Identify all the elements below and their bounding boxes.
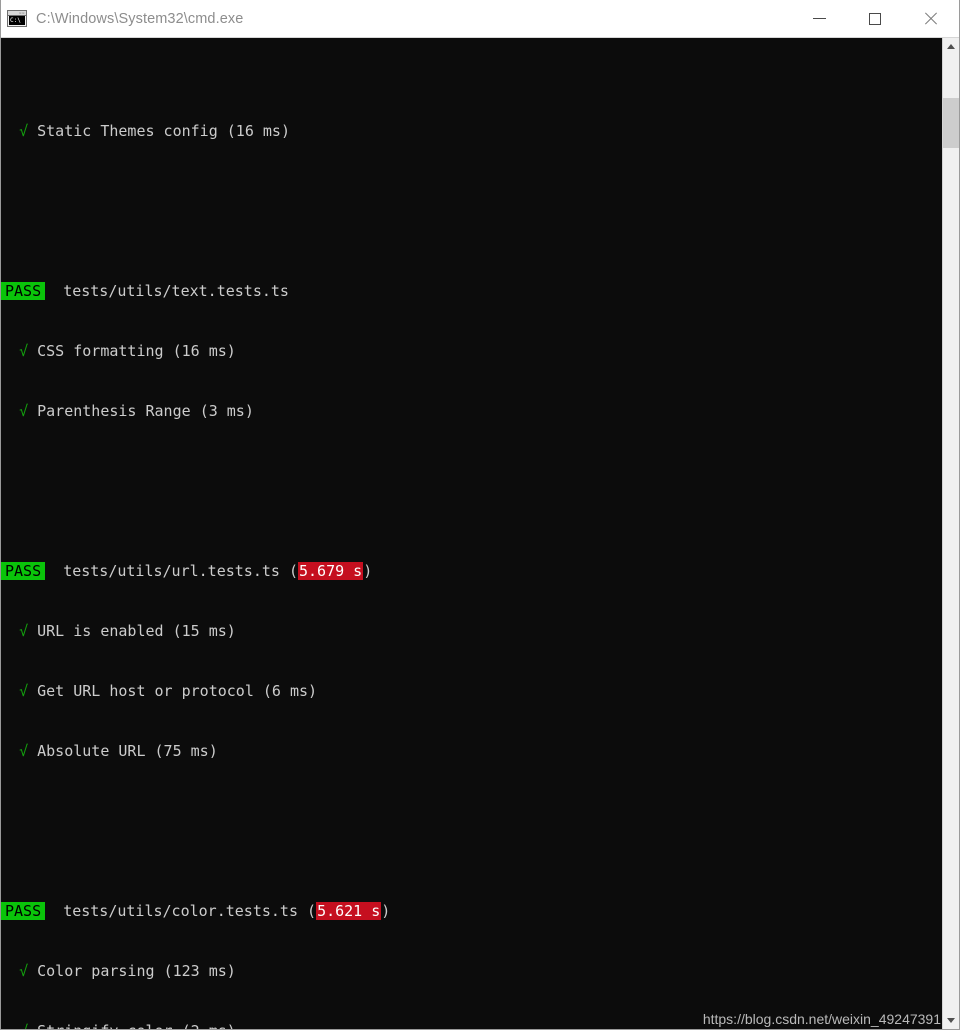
test-name: Static Themes config — [37, 122, 218, 140]
test-line: √ Color parsing (123 ms) — [1, 961, 942, 981]
scroll-down-button[interactable] — [943, 1012, 959, 1029]
test-duration: (75 ms) — [154, 742, 218, 760]
test-line: √ Absolute URL (75 ms) — [1, 741, 942, 761]
test-name: Absolute URL — [37, 742, 146, 760]
minimize-icon — [812, 18, 826, 19]
maximize-icon — [869, 12, 881, 25]
check-icon: √ — [19, 402, 29, 420]
test-line: √ Parenthesis Range (3 ms) — [1, 401, 942, 421]
test-line: √ CSS formatting (16 ms) — [1, 341, 942, 361]
check-icon: √ — [19, 122, 29, 140]
vertical-scrollbar[interactable] — [942, 38, 959, 1029]
pass-badge: PASS — [1, 902, 46, 920]
suite-duration-badge: 5.679 s — [298, 562, 364, 580]
check-icon: √ — [19, 1022, 28, 1029]
console-area: √ Static Themes config (16 ms) PASS test… — [1, 38, 959, 1029]
close-icon — [923, 11, 939, 27]
test-duration: (123 ms) — [163, 962, 236, 980]
suite-duration-badge: 5.621 s — [316, 902, 382, 920]
window-controls — [791, 0, 959, 37]
check-icon: √ — [19, 622, 29, 640]
scrollbar-track[interactable] — [943, 55, 959, 1012]
chevron-up-icon — [947, 44, 955, 49]
pass-badge: PASS — [1, 562, 46, 580]
test-duration: (3 ms) — [199, 402, 254, 420]
test-line: √ Static Themes config (16 ms) — [1, 121, 942, 141]
chevron-down-icon — [947, 1018, 955, 1023]
test-name: CSS formatting — [37, 342, 164, 360]
test-duration: (15 ms) — [172, 622, 236, 640]
suite-file: tests/utils/text.tests.ts — [63, 282, 289, 300]
suite-header: PASS tests/utils/url.tests.ts (5.679 s) — [1, 561, 942, 581]
test-duration: (2 ms) — [182, 1022, 236, 1029]
check-icon: √ — [19, 342, 29, 360]
console-output[interactable]: √ Static Themes config (16 ms) PASS test… — [1, 38, 942, 1029]
suite-header: PASS tests/utils/text.tests.ts — [1, 281, 942, 301]
maximize-button[interactable] — [847, 0, 903, 37]
cmd-icon-dots: ▫▫ — [19, 10, 25, 15]
test-name: Get URL host or protocol — [37, 682, 254, 700]
test-line: √ URL is enabled (15 ms) — [1, 621, 942, 641]
check-icon: √ — [19, 962, 29, 980]
test-name: Stringify color — [37, 1022, 172, 1029]
pass-badge: PASS — [1, 282, 46, 300]
test-name: Color parsing — [37, 962, 155, 980]
test-name: URL is enabled — [37, 622, 164, 640]
test-name: Parenthesis Range — [37, 402, 191, 420]
check-icon: √ — [19, 742, 29, 760]
cmd-icon-screen: C:\ — [9, 16, 25, 25]
test-line: √ Stringify color (2 ms) — [1, 1021, 942, 1029]
suite-header: PASS tests/utils/color.tests.ts (5.621 s… — [1, 901, 942, 921]
window-titlebar[interactable]: ▫▫ C:\ C:\Windows\System32\cmd.exe — [1, 0, 959, 38]
scroll-up-button[interactable] — [943, 38, 959, 55]
test-duration: (6 ms) — [262, 682, 318, 700]
minimize-button[interactable] — [791, 0, 847, 37]
suite-file: tests/utils/color.tests.ts — [63, 902, 298, 920]
cmd-window: ▫▫ C:\ C:\Windows\System32\cmd.exe √ Sta… — [0, 0, 960, 1030]
cmd-icon: ▫▫ C:\ — [7, 10, 27, 27]
window-title: C:\Windows\System32\cmd.exe — [36, 10, 244, 27]
check-icon: √ — [19, 682, 29, 700]
test-duration: (16 ms) — [172, 342, 236, 360]
test-duration: (16 ms) — [226, 122, 290, 140]
suite-file: tests/utils/url.tests.ts — [63, 562, 280, 580]
test-line: √ Get URL host or protocol (6 ms) — [1, 681, 942, 701]
scrollbar-thumb[interactable] — [943, 98, 959, 148]
close-button[interactable] — [903, 0, 959, 37]
